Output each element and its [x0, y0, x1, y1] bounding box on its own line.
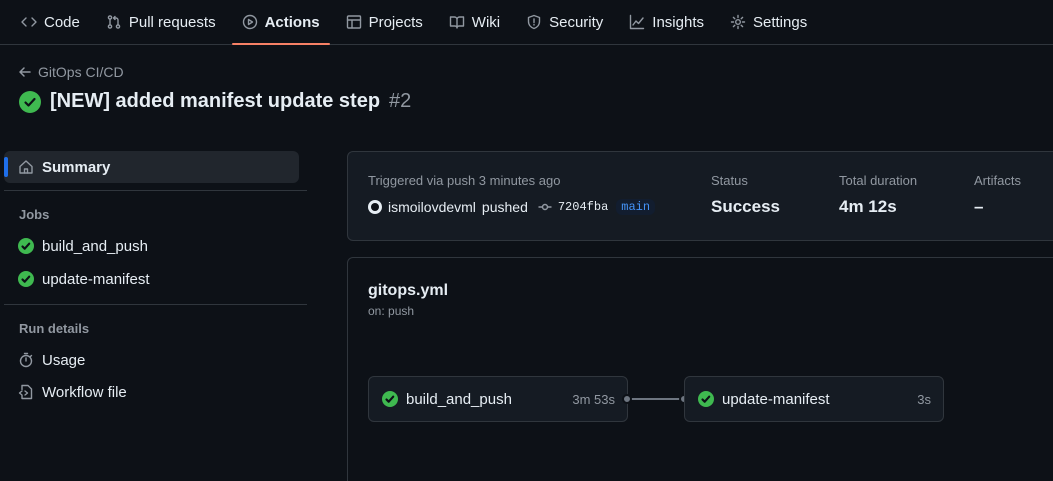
run-details-heading: Run details	[19, 321, 90, 336]
artifacts-value: –	[974, 197, 984, 216]
sidebar-usage-label: Usage	[42, 351, 86, 369]
avatar	[368, 200, 382, 214]
play-icon	[242, 14, 257, 30]
graph-icon	[630, 14, 645, 30]
sidebar-item-workflow-file[interactable]: Workflow file	[0, 376, 300, 408]
code-icon	[21, 17, 37, 27]
tab-pull-requests-label: Pull requests	[128, 13, 216, 31]
success-check-icon	[19, 90, 41, 113]
push-info: ismoilovdevml pushed 7204fba main	[368, 199, 656, 215]
divider	[4, 304, 307, 305]
run-number: #2	[389, 90, 412, 112]
page-title: [NEW] added manifest update step #2	[19, 90, 411, 113]
sidebar-job-label: build_and_push	[42, 237, 148, 255]
shield-icon	[527, 14, 541, 30]
arrow-left-icon	[19, 67, 31, 77]
trigger-text: Triggered via push 3 minutes ago	[368, 173, 561, 188]
tab-insights[interactable]: Insights	[619, 0, 714, 44]
workflow-graph-card: gitops.yml on: push build_and_push 3m 53…	[347, 257, 1053, 481]
job-node-build-and-push[interactable]: build_and_push 3m 53s	[368, 376, 628, 422]
artifacts-label: Artifacts	[974, 173, 1021, 188]
pull-request-icon	[107, 15, 121, 29]
job-name: build_and_push	[406, 390, 512, 408]
tab-pull-requests[interactable]: Pull requests	[96, 0, 226, 44]
success-check-icon	[18, 271, 34, 287]
job-connector	[628, 398, 684, 400]
branch-label[interactable]: main	[616, 199, 656, 215]
workflow-file-name: gitops.yml	[368, 282, 449, 299]
run-summary-card: Triggered via push 3 minutes ago ismoilo…	[347, 151, 1053, 241]
tab-settings[interactable]: Settings	[720, 0, 817, 44]
sidebar-item-build-and-push[interactable]: build_and_push	[0, 230, 300, 262]
jobs-heading: Jobs	[19, 207, 50, 222]
tab-security-label: Security	[549, 13, 604, 31]
sidebar-item-update-manifest[interactable]: update-manifest	[0, 263, 300, 295]
tab-wiki[interactable]: Wiki	[439, 0, 510, 44]
commit-sha[interactable]: 7204fba	[558, 200, 608, 214]
back-link-label: GitOps CI/CD	[38, 64, 124, 80]
success-check-icon	[382, 391, 398, 407]
sidebar-summary-label: Summary	[42, 158, 111, 176]
job-duration: 3m 53s	[572, 391, 615, 407]
status-value: Success	[711, 197, 780, 216]
sidebar-item-usage[interactable]: Usage	[0, 344, 300, 376]
book-icon	[449, 16, 464, 29]
gear-icon	[730, 14, 746, 30]
sidebar-job-label: update-manifest	[42, 270, 150, 288]
success-check-icon	[698, 391, 714, 407]
tab-settings-label: Settings	[753, 13, 808, 31]
connector-dot	[622, 394, 632, 404]
table-icon	[346, 15, 361, 29]
job-duration: 3s	[917, 391, 931, 407]
run-title: [NEW] added manifest update step	[50, 90, 381, 112]
back-link[interactable]: GitOps CI/CD	[18, 64, 124, 80]
sidebar-workflow-file-label: Workflow file	[42, 383, 127, 401]
job-name: update-manifest	[722, 390, 830, 408]
tab-projects-label: Projects	[368, 13, 423, 31]
tab-security[interactable]: Security	[516, 0, 613, 44]
repo-nav: Code Pull requests Actions Projects Wiki…	[0, 0, 1053, 45]
tab-code[interactable]: Code	[11, 0, 90, 44]
sidebar-item-summary[interactable]: Summary	[4, 151, 299, 183]
tab-actions-label: Actions	[264, 13, 320, 31]
divider	[4, 190, 307, 191]
job-node-update-manifest[interactable]: update-manifest 3s	[684, 376, 944, 422]
duration-value: 4m 12s	[839, 197, 897, 216]
actor-link[interactable]: ismoilovdevml	[388, 199, 476, 215]
workflow-trigger: on: push	[368, 304, 415, 318]
stopwatch-icon	[19, 352, 33, 368]
duration-label: Total duration	[839, 173, 918, 188]
tab-projects[interactable]: Projects	[336, 0, 433, 44]
file-code-icon	[18, 384, 33, 400]
home-icon	[19, 160, 33, 174]
push-action: pushed	[481, 199, 528, 215]
status-label: Status	[711, 173, 748, 188]
tab-actions[interactable]: Actions	[231, 0, 330, 45]
tab-code-label: Code	[44, 13, 80, 31]
success-check-icon	[18, 238, 34, 254]
tab-insights-label: Insights	[652, 13, 704, 31]
tab-wiki-label: Wiki	[471, 13, 501, 31]
commit-icon	[538, 203, 552, 211]
